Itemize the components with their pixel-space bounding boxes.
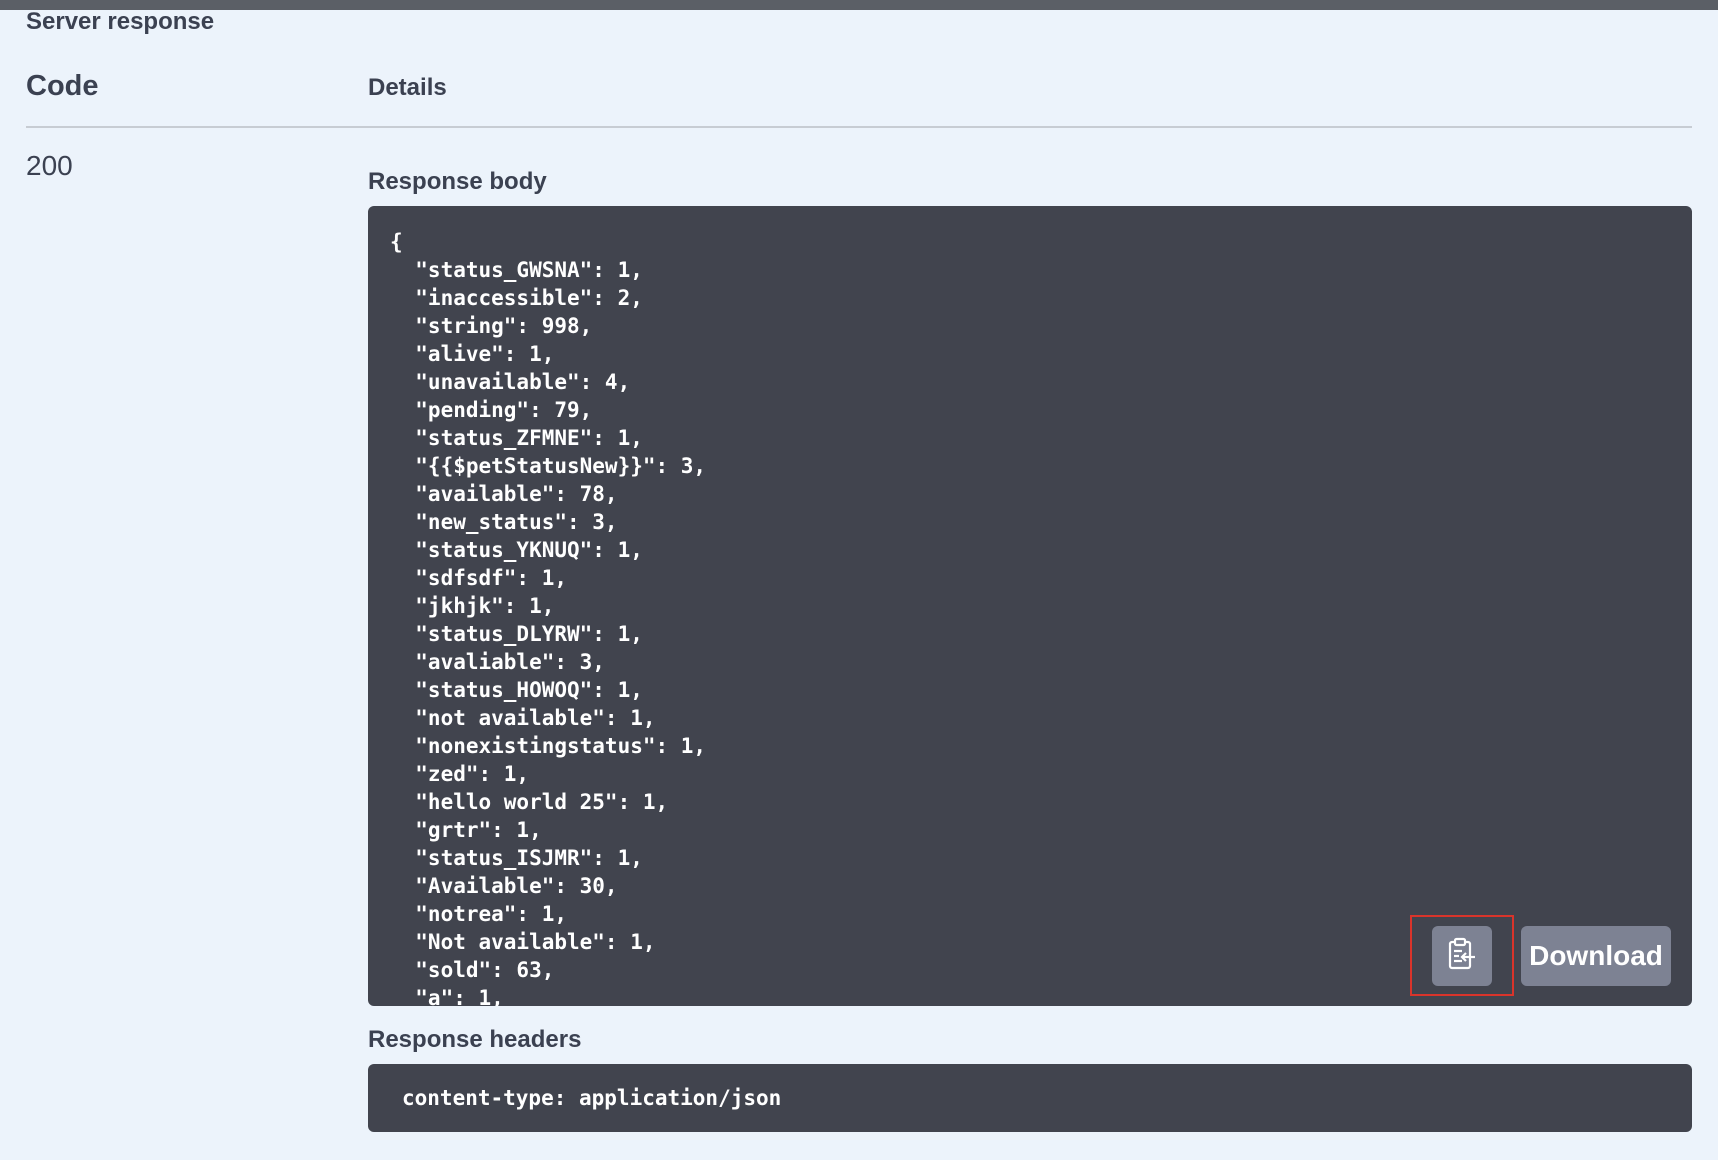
download-button[interactable]: Download (1521, 926, 1671, 986)
code-column-header: Code (26, 70, 99, 102)
response-body-content[interactable]: { "status_GWSNA": 1, "inaccessible": 2, … (368, 206, 1692, 1006)
server-response-title: Server response (26, 8, 215, 35)
copy-to-clipboard-button[interactable] (1432, 926, 1492, 986)
status-code: 200 (26, 150, 73, 181)
clipboard-copy-icon (1447, 937, 1477, 976)
table-divider (26, 126, 1692, 128)
response-headers-content: content-type: application/json (402, 1086, 782, 1110)
details-column-header: Details (368, 74, 447, 101)
response-headers-block: content-type: application/json (368, 1064, 1692, 1132)
response-body-block[interactable]: { "status_GWSNA": 1, "inaccessible": 2, … (368, 206, 1692, 1006)
top-bar (0, 0, 1718, 10)
response-body-label: Response body (368, 168, 547, 195)
response-headers-label: Response headers (368, 1026, 582, 1053)
